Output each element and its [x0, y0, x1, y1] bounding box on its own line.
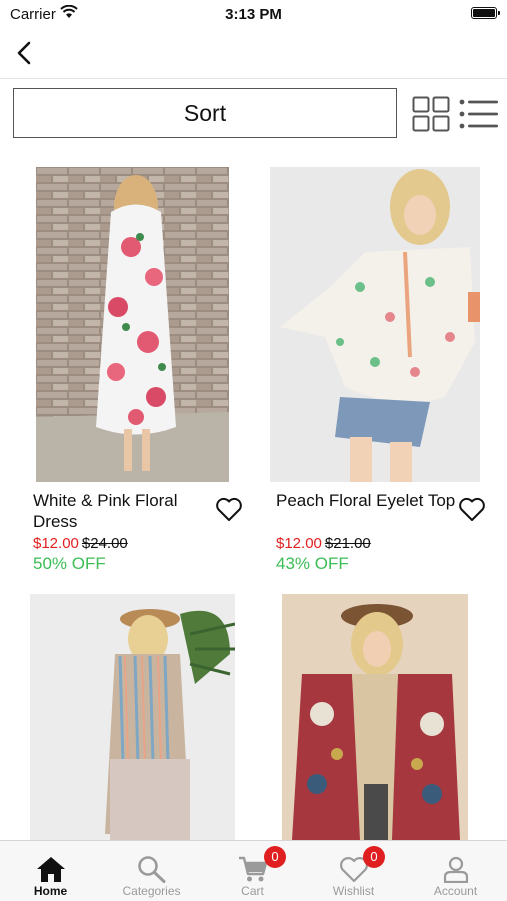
battery-icon	[471, 7, 500, 19]
price-row: $12.00 $24.00	[33, 535, 128, 552]
sort-button[interactable]: Sort	[13, 88, 397, 138]
bottom-tab-bar: Home Categories 0 Cart 0 Wishlist Accoun…	[0, 840, 507, 901]
product-image[interactable]	[282, 594, 468, 840]
navigation-bar	[0, 28, 507, 79]
user-icon	[443, 856, 468, 883]
home-icon	[36, 857, 65, 882]
tab-label: Wishlist	[332, 884, 375, 898]
discount-label: 43% OFF	[276, 554, 349, 573]
product-card[interactable]	[253, 590, 507, 840]
tab-label: Cart	[241, 884, 264, 898]
product-card[interactable]	[0, 590, 253, 840]
tab-label: Categories	[122, 884, 181, 898]
sort-toolbar: Sort	[0, 88, 507, 140]
list-view-icon[interactable]	[458, 96, 500, 132]
status-time: 3:13 PM	[225, 6, 282, 23]
sale-price: $12.00	[33, 535, 79, 552]
tab-label: Account	[433, 884, 478, 898]
tab-account[interactable]: Account	[405, 841, 506, 901]
tab-categories[interactable]: Categories	[101, 841, 202, 901]
sale-price: $12.00	[276, 535, 322, 552]
heart-icon[interactable]	[458, 496, 486, 522]
product-name[interactable]: Peach Floral Eyelet Top	[276, 490, 456, 511]
original-price: $21.00	[324, 535, 371, 552]
product-image[interactable]	[36, 167, 229, 482]
price-row: $12.00 $21.00	[276, 535, 371, 552]
search-icon	[137, 856, 165, 883]
status-bar: Carrier 3:13 PM	[0, 0, 507, 28]
product-photo	[270, 167, 480, 482]
cart-count-badge: 0	[264, 846, 286, 868]
tab-label: Home	[33, 884, 68, 898]
product-name[interactable]: White & Pink Floral Dress	[33, 490, 213, 532]
tab-home[interactable]: Home	[0, 841, 101, 901]
product-image[interactable]	[30, 594, 235, 840]
product-photo	[36, 167, 229, 482]
back-arrow-icon[interactable]	[10, 38, 40, 68]
tab-wishlist[interactable]: 0 Wishlist	[303, 841, 404, 901]
grid-view-icon[interactable]	[412, 96, 450, 132]
product-photo	[282, 594, 468, 840]
discount-label: 50% OFF	[33, 554, 106, 573]
heart-icon[interactable]	[215, 496, 243, 522]
product-photo	[30, 594, 235, 840]
product-image[interactable]	[270, 167, 480, 482]
product-card[interactable]: Peach Floral Eyelet Top $12.00 $21.00 43%…	[253, 160, 507, 580]
product-grid: White & Pink Floral Dress $12.00 $24.00 5…	[0, 160, 507, 840]
original-price: $24.00	[81, 535, 128, 552]
product-card[interactable]: White & Pink Floral Dress $12.00 $24.00 5…	[0, 160, 253, 580]
wishlist-count-badge: 0	[363, 846, 385, 868]
tab-cart[interactable]: 0 Cart	[202, 841, 303, 901]
